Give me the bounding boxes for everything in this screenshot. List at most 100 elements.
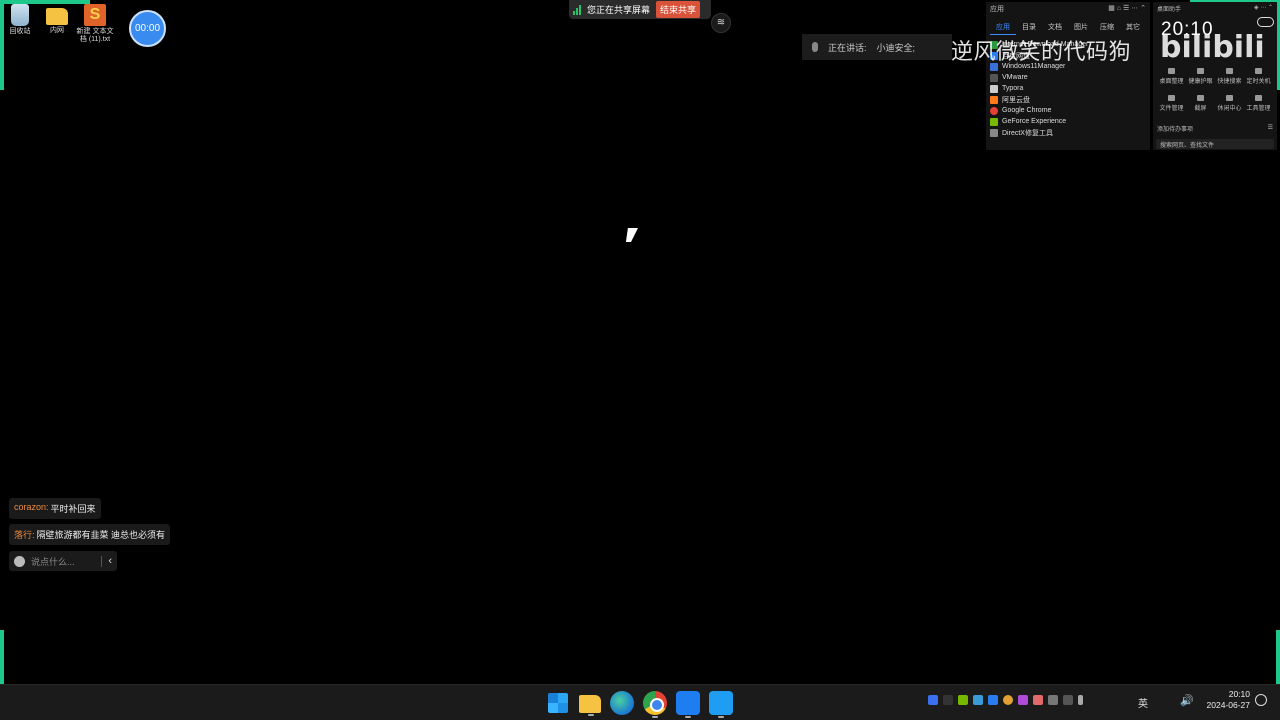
tool-quick-search[interactable]: 快捷搜索 [1215,68,1244,85]
launcher-window-controls[interactable]: ▦ ⌂ ☰ ⋯ ⌃ [1108,4,1146,14]
list-icon: ☰ [1267,125,1273,131]
shield-icon[interactable] [928,695,938,705]
network-icon[interactable] [973,695,983,705]
chat-username: corazon: [14,502,49,512]
launcher-item[interactable]: VMware [990,72,1146,83]
volume-icon[interactable]: 🔊 [1180,694,1194,707]
taskbar-clock[interactable]: 20:10 2024-06-27 [1200,689,1250,711]
chat-text: 隔壁旅游都有韭菜 迪总也必须有 [36,530,166,540]
folder-icon [1168,95,1175,101]
tool-manager[interactable]: 工具管理 [1244,95,1273,112]
launcher-item[interactable]: Typora [990,83,1146,94]
add-todo-button[interactable]: 添加待办事项 ☰ [1157,124,1273,133]
capture-icon[interactable] [1018,695,1028,705]
weather-cloud-icon [1257,17,1274,27]
recording-timer[interactable]: 00:00 [129,10,166,47]
system-tray [928,695,1083,705]
microphone-tray-icon[interactable] [1078,695,1083,705]
edge-icon[interactable] [610,691,634,715]
chat-username: 落行: [14,530,35,540]
share-status-text: 您正在共享屏幕 [587,5,651,15]
launcher-item-label: 阿里云盘 [1002,96,1030,104]
signal-icon [573,4,581,15]
crop-icon [1197,95,1204,101]
launcher-item-label: Google Chrome [1002,107,1052,114]
launcher-item[interactable]: GeForce Experience [990,116,1146,127]
assistant-window-controls[interactable]: ◈ ⋯ ⌃ [1254,4,1273,13]
launcher-tab-directory[interactable]: 目录 [1016,20,1042,35]
start-icon[interactable] [548,693,568,713]
emoji-icon[interactable] [14,555,25,567]
tool-scheduled-shutdown[interactable]: 定时关机 [1244,68,1273,85]
app-icon [990,106,998,115]
assistant-title: 桌面助手 [1157,7,1182,13]
taskbar: 英 🔊 20:10 2024-06-27 [0,684,1280,720]
launcher-item-label: Typora [1002,85,1024,92]
launcher-item-label: DirectX修复工具 [1002,129,1053,137]
tray-app-icon[interactable] [943,695,953,705]
layers-icon[interactable]: ≋ [711,13,731,33]
launcher-item-label: VMware [1002,74,1028,81]
mouse-cursor-icon [626,228,638,242]
tool-file-manager[interactable]: 文件管理 [1157,95,1186,112]
power-icon [1255,68,1262,74]
speaking-label: 正在讲话: [828,42,867,53]
chat-input[interactable]: 说点什么... ‹ [9,551,117,571]
organize-icon [1168,68,1175,74]
end-share-button[interactable]: 结束共享 [656,1,701,18]
app-icon [990,128,998,137]
launcher-item[interactable]: DirectX修复工具 [990,127,1146,138]
cloud-icon[interactable] [988,695,998,705]
speaking-indicator: 正在讲话: 小迪安全; [802,34,952,60]
speaker-name: 小迪安全; [876,42,916,53]
plus-icon [1255,95,1262,101]
desktop-icon-folder[interactable]: 内网 [37,4,77,35]
phone-icon[interactable] [1063,695,1073,705]
gamepad-icon [1226,95,1233,101]
display-icon[interactable] [1048,695,1058,705]
whiteboard-icon[interactable] [709,691,733,718]
tool-desktop-organize[interactable]: 桌面整理 [1157,68,1186,85]
chrome-tray-icon[interactable] [1003,695,1013,705]
file-explorer-icon[interactable] [579,695,601,716]
add-todo-label: 添加待办事项 [1157,127,1194,133]
launcher-item[interactable]: 阿里云盘 [990,94,1146,105]
chevron-left-icon[interactable]: ‹ [108,555,112,567]
chat-message: corazon: 平时补回来 [9,498,101,519]
input-language[interactable]: 英 [1138,695,1148,710]
tencent-meeting-icon[interactable] [676,691,700,718]
desktop-icon-label: 内网 [50,27,64,34]
desktop-icon-label: 新建 文本文档 (11).txt [76,28,114,44]
launcher-item[interactable]: Google Chrome [990,105,1146,116]
microphone-icon [812,42,818,52]
launcher-tab-docs[interactable]: 文档 [1042,20,1068,35]
desktop-icon-recycle-bin[interactable]: 回收站 [0,4,40,36]
tool-eye-care[interactable]: 健康护眼 [1186,68,1215,85]
launcher-item-label: GeForce Experience [1002,118,1067,125]
divider [101,555,103,567]
launcher-title: 应用 [990,6,1004,13]
assistant-search-input[interactable]: 搜索网页、查找文件 [1156,139,1274,149]
notification-icon[interactable] [1255,694,1267,706]
screen-share-bar: 您正在共享屏幕 结束共享 [569,0,711,19]
launcher-tab-other[interactable]: 其它 [1120,20,1146,35]
app-icon [990,117,998,126]
chat-input-placeholder: 说点什么... [31,556,75,567]
app-icon [990,95,998,104]
nvidia-icon[interactable] [958,695,968,705]
launcher-tab-apps[interactable]: 应用 [990,20,1016,35]
flower-icon[interactable] [1033,695,1043,705]
chat-message: 落行: 隔壁旅游都有韭菜 迪总也必须有 [9,524,171,545]
tool-leisure[interactable]: 休闲中心 [1215,95,1244,112]
desktop-icon-text-file[interactable]: S 新建 文本文档 (11).txt [75,4,115,45]
eye-icon [1197,68,1204,74]
launcher-tab-images[interactable]: 图片 [1068,20,1094,35]
search-icon [1226,68,1233,74]
chrome-icon[interactable] [643,691,667,718]
tool-screenshot[interactable]: 截屏 [1186,95,1215,112]
taskbar-date: 2024-06-27 [1206,700,1250,711]
app-icon [990,84,998,93]
folder-icon [46,8,68,25]
app-icon [990,73,998,82]
launcher-tab-archives[interactable]: 压缩 [1094,20,1120,35]
